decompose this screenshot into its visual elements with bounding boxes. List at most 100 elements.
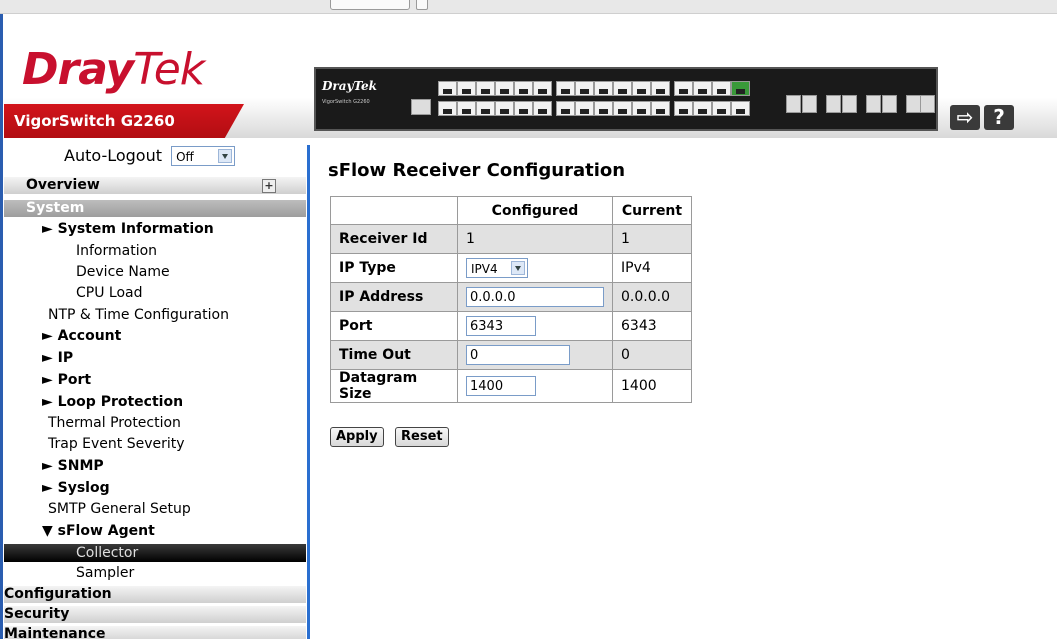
ethernet-port-icon [514,81,533,96]
ethernet-port-icon [533,81,552,96]
nav-sampler[interactable]: Sampler [76,565,134,581]
nav-system-information[interactable]: ► System Information [42,221,214,237]
ethernet-port-icon [533,101,552,116]
left-edge-bar [0,14,3,639]
browser-control-small[interactable] [416,0,428,10]
ethernet-port-icon [731,101,750,116]
ip-address-input[interactable]: 0.0.0.0 [466,287,604,307]
table-row: Receiver Id 1 1 [330,224,692,254]
nav-overview[interactable]: Overview + [4,177,306,194]
device-brand: DrayTek [322,79,377,93]
ip-type-cell: IPV4 [457,253,613,283]
row-label: Time Out [330,340,458,370]
nav-smtp-general-setup[interactable]: SMTP General Setup [48,501,191,517]
auto-logout-select[interactable]: Off [171,145,236,166]
datagram-size-current: 1400 [612,369,692,403]
device-subtitle: VigorSwitch G2260 [322,99,370,105]
ethernet-port-icon [495,81,514,96]
nav-loop-protection[interactable]: ► Loop Protection [42,394,183,410]
nav-configuration[interactable]: Configuration [4,586,306,603]
sidebar-divider [307,145,310,639]
nav-syslog[interactable]: ► Syslog [42,480,110,496]
ethernet-port-icon [712,101,731,116]
ip-type-value: IPV4 [471,262,498,276]
nav-thermal-protection[interactable]: Thermal Protection [48,415,181,431]
expand-plus-icon[interactable]: + [262,179,276,193]
ethernet-port-icon [495,101,514,116]
ip-type-current: IPv4 [612,253,692,283]
ethernet-port-icon [476,101,495,116]
receiver-id-current: 1 [612,224,692,254]
timeout-input[interactable]: 0 [466,345,570,365]
ethernet-port-icon [674,101,693,116]
row-label: IP Type [330,253,458,283]
ethernet-port-icon [693,81,712,96]
ethernet-port-icon [594,81,613,96]
ethernet-port-icon [632,81,651,96]
datagram-size-cell: 1400 [457,369,613,403]
table-row: IP Address 0.0.0.0 0.0.0.0 [330,282,692,312]
timeout-cell: 0 [457,340,613,370]
port-input[interactable]: 6343 [466,316,536,336]
datagram-size-input[interactable]: 1400 [466,376,536,396]
ethernet-port-icon [613,101,632,116]
browser-control[interactable] [330,0,410,10]
logout-icon[interactable]: ⇨ [950,105,980,130]
ethernet-port-icon [457,101,476,116]
ethernet-port-icon [575,101,594,116]
auto-logout-value: Off [176,149,194,164]
ethernet-port-icon [731,81,750,96]
nav-device-name[interactable]: Device Name [76,264,170,280]
sidebar: Auto-Logout Off Overview + System ► Syst… [4,145,306,639]
sfp-port-icon [866,95,881,113]
sfp-port-icon [826,95,841,113]
apply-button[interactable]: Apply [330,427,384,447]
model-name: VigorSwitch G2260 [14,112,175,130]
ethernet-port-icon [457,81,476,96]
sfp-port-icon [920,95,935,113]
row-label: IP Address [330,282,458,312]
nav-security[interactable]: Security [4,606,306,623]
ethernet-port-icon [594,101,613,116]
nav-trap-event-severity[interactable]: Trap Event Severity [48,436,185,452]
ethernet-port-icon [575,81,594,96]
receiver-id-configured: 1 [457,224,613,254]
table-header-row: Configured Current [330,196,692,225]
ethernet-port-icon [556,101,575,116]
sflow-receiver-table: Configured Current Receiver Id 1 1 IP Ty… [330,196,692,403]
ethernet-port-icon [674,81,693,96]
nav-account[interactable]: ► Account [42,328,121,344]
nav-configuration-label: Configuration [4,586,112,602]
ethernet-port-icon [438,101,457,116]
nav-ntp[interactable]: NTP & Time Configuration [48,307,229,323]
ethernet-port-icon [556,81,575,96]
port-panel [438,77,768,121]
nav-snmp[interactable]: ► SNMP [42,458,104,474]
nav-cpu-load[interactable]: CPU Load [76,285,143,301]
ethernet-port-icon [712,81,731,96]
table-row: Time Out 0 0 [330,340,692,370]
chevron-down-icon [218,148,233,163]
row-label: Receiver Id [330,224,458,254]
nav-ip[interactable]: ► IP [42,350,73,366]
nav-port[interactable]: ► Port [42,372,91,388]
table-row: Datagram Size 1400 1400 [330,369,692,403]
ip-address-cell: 0.0.0.0 [457,282,613,312]
nav-maintenance[interactable]: Maintenance [4,626,306,639]
table-row: IP Type IPV4 IPv4 [330,253,692,283]
nav-sflow-agent[interactable]: ▼ sFlow Agent [42,523,155,539]
nav-collector[interactable]: Collector [4,544,306,562]
ethernet-port-icon [613,81,632,96]
help-icon[interactable]: ? [984,105,1014,130]
ip-type-select[interactable]: IPV4 [466,258,528,278]
draytek-logo: DrayTek [22,44,205,95]
reset-button[interactable]: Reset [395,427,449,447]
port-current: 6343 [612,311,692,341]
nav-information[interactable]: Information [76,243,157,259]
nav-system[interactable]: System [4,200,306,217]
ethernet-port-icon [651,101,670,116]
ethernet-port-icon [438,81,457,96]
sfp-port-icon [906,95,921,113]
header-empty [330,196,458,225]
timeout-current: 0 [612,340,692,370]
